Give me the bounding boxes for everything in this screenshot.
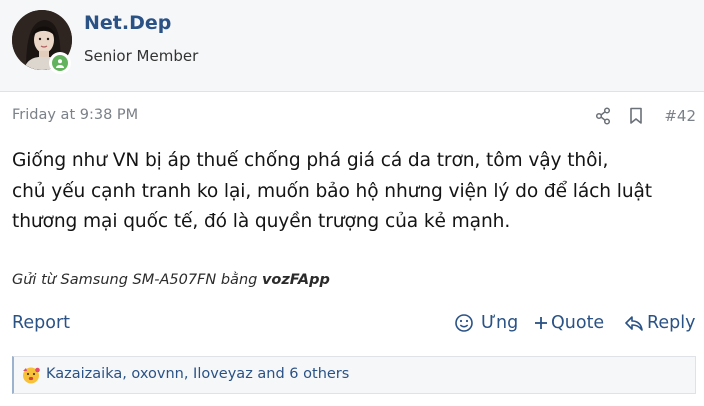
username[interactable]: Net.Dep [84, 12, 171, 34]
reply-icon [625, 316, 643, 331]
post-line: chủ yếu cạnh tranh ko lại, muốn bảo hộ n… [12, 180, 652, 202]
post-meta: Friday at 9:38 PM #42 [12, 106, 696, 126]
smile-icon [455, 314, 473, 332]
post-date[interactable]: Friday at 9:38 PM [12, 107, 138, 123]
plus-icon [535, 317, 547, 329]
reaction-emoji-icon [21, 365, 41, 389]
post-content: Giống như VN bị áp thuế chống phá giá cá… [12, 146, 702, 238]
bookmark-icon[interactable] [629, 107, 643, 129]
react-button[interactable]: Ưng [454, 313, 518, 333]
user-title: Senior Member [84, 47, 199, 65]
post-number[interactable]: #42 [664, 107, 696, 125]
reply-label: Reply [647, 313, 696, 333]
reply-button[interactable]: Reply [624, 313, 695, 333]
reactions-bar[interactable]: Kazaizaika, oxovnn, Iloveyaz and 6 other… [12, 356, 696, 394]
signature-app: vozFApp [261, 272, 330, 288]
post-line: thương mại quốc tế, đó là quyền trượng c… [12, 211, 511, 232]
react-label: Ưng [481, 313, 519, 333]
signature-prefix: Gửi từ Samsung SM-A507FN bằng [12, 272, 262, 288]
report-button[interactable]: Report [12, 313, 70, 333]
post-line: Giống như VN bị áp thuế chống phá giá cá… [12, 150, 609, 171]
quote-label: Quote [551, 313, 605, 333]
online-status-icon [49, 52, 71, 74]
post-actions: Report Ưng Quote Reply [12, 313, 695, 337]
quote-button[interactable]: Quote [534, 313, 604, 333]
reaction-users[interactable]: Kazaizaika, oxovnn, Iloveyaz and 6 other… [46, 366, 349, 382]
share-icon[interactable] [595, 107, 611, 129]
post-signature: Gửi từ Samsung SM-A507FN bằng vozFApp [12, 272, 330, 288]
user-block: Net.Dep Senior Member [0, 0, 704, 92]
